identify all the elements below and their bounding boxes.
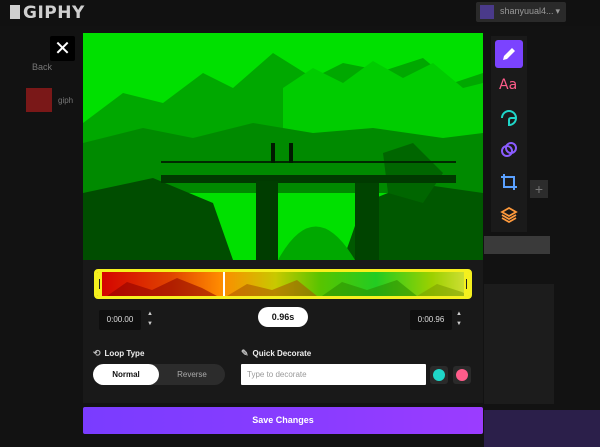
pencil-icon bbox=[503, 48, 515, 60]
crop-icon bbox=[501, 174, 517, 190]
end-time-field[interactable]: 0:00.96 bbox=[410, 310, 452, 330]
chevron-down-icon: ▾ bbox=[555, 6, 560, 16]
background-footer bbox=[484, 410, 600, 447]
loop-reverse-option[interactable]: Reverse bbox=[159, 364, 225, 385]
loop-type-label: Loop Type bbox=[104, 349, 145, 358]
loop-icon: ⟲ bbox=[93, 348, 101, 358]
filter-tool-button[interactable] bbox=[495, 136, 523, 164]
emoji-icon bbox=[456, 369, 468, 381]
site-header: GIPHY shanyuual4... ▾ bbox=[0, 0, 600, 26]
user-menu[interactable]: shanyuual4... ▾ bbox=[476, 2, 566, 22]
chevron-up-icon[interactable]: ▲ bbox=[455, 309, 463, 319]
layers-icon bbox=[500, 206, 518, 224]
start-time-field[interactable]: 0:00.00 bbox=[99, 310, 141, 330]
timeline-scrubber[interactable] bbox=[94, 269, 472, 299]
text-icon: Aa bbox=[499, 77, 518, 93]
draw-tool-button[interactable] bbox=[495, 40, 523, 68]
playhead[interactable] bbox=[223, 272, 225, 296]
plus-icon: + bbox=[530, 180, 548, 198]
giphy-logo[interactable]: GIPHY bbox=[10, 3, 85, 23]
layers-tool-button[interactable] bbox=[495, 200, 523, 228]
quick-decorate-heading: ✎ Quick Decorate bbox=[241, 348, 311, 359]
avatar bbox=[480, 5, 494, 19]
preview-image bbox=[83, 33, 483, 260]
trim-handle-start[interactable] bbox=[97, 272, 102, 296]
sticker-shortcut-button[interactable] bbox=[430, 366, 448, 384]
sticker-tool-button[interactable] bbox=[495, 104, 523, 132]
emoji-shortcut-button[interactable] bbox=[453, 366, 471, 384]
chevron-down-icon[interactable]: ▼ bbox=[455, 319, 463, 329]
duration-badge: 0.96s bbox=[258, 307, 308, 327]
chevron-up-icon[interactable]: ▲ bbox=[146, 309, 154, 319]
username: shanyuual4... bbox=[500, 6, 554, 16]
back-link[interactable]: Back bbox=[32, 62, 52, 72]
background-panel bbox=[484, 236, 550, 254]
logo-text: GIPHY bbox=[23, 3, 85, 23]
editor-toolbar: Aa bbox=[491, 36, 527, 232]
gif-editor-modal: 0:00.00 ▲ ▼ 0.96s 0:00.96 ▲ ▼ ⟲ Loop Type… bbox=[83, 33, 483, 403]
crop-tool-button[interactable] bbox=[495, 168, 523, 196]
giphy-logo-icon bbox=[10, 5, 20, 19]
text-tool-button[interactable]: Aa bbox=[495, 72, 523, 100]
quick-decorate-label: Quick Decorate bbox=[252, 349, 312, 358]
trim-handle-end[interactable] bbox=[464, 272, 469, 296]
sticker-icon bbox=[433, 369, 445, 381]
end-time-stepper[interactable]: ▲ ▼ bbox=[455, 309, 463, 331]
save-changes-button[interactable]: Save Changes bbox=[83, 407, 483, 434]
gif-label: giph bbox=[58, 96, 74, 105]
loop-normal-option[interactable]: Normal bbox=[93, 364, 159, 385]
chevron-down-icon[interactable]: ▼ bbox=[146, 319, 154, 329]
background-panel-lower bbox=[484, 284, 554, 404]
gif-thumbnail bbox=[26, 88, 52, 112]
start-time-stepper[interactable]: ▲ ▼ bbox=[146, 309, 154, 331]
pencil-icon: ✎ bbox=[241, 348, 249, 358]
close-button[interactable]: ✕ bbox=[50, 36, 75, 61]
loop-type-toggle[interactable]: Normal Reverse bbox=[93, 364, 225, 385]
gif-preview bbox=[83, 33, 483, 260]
sticker-icon bbox=[501, 110, 517, 127]
filter-icon bbox=[501, 142, 517, 157]
decorate-input[interactable] bbox=[241, 364, 426, 385]
timeline-frames bbox=[107, 278, 469, 296]
loop-type-heading: ⟲ Loop Type bbox=[93, 348, 144, 359]
